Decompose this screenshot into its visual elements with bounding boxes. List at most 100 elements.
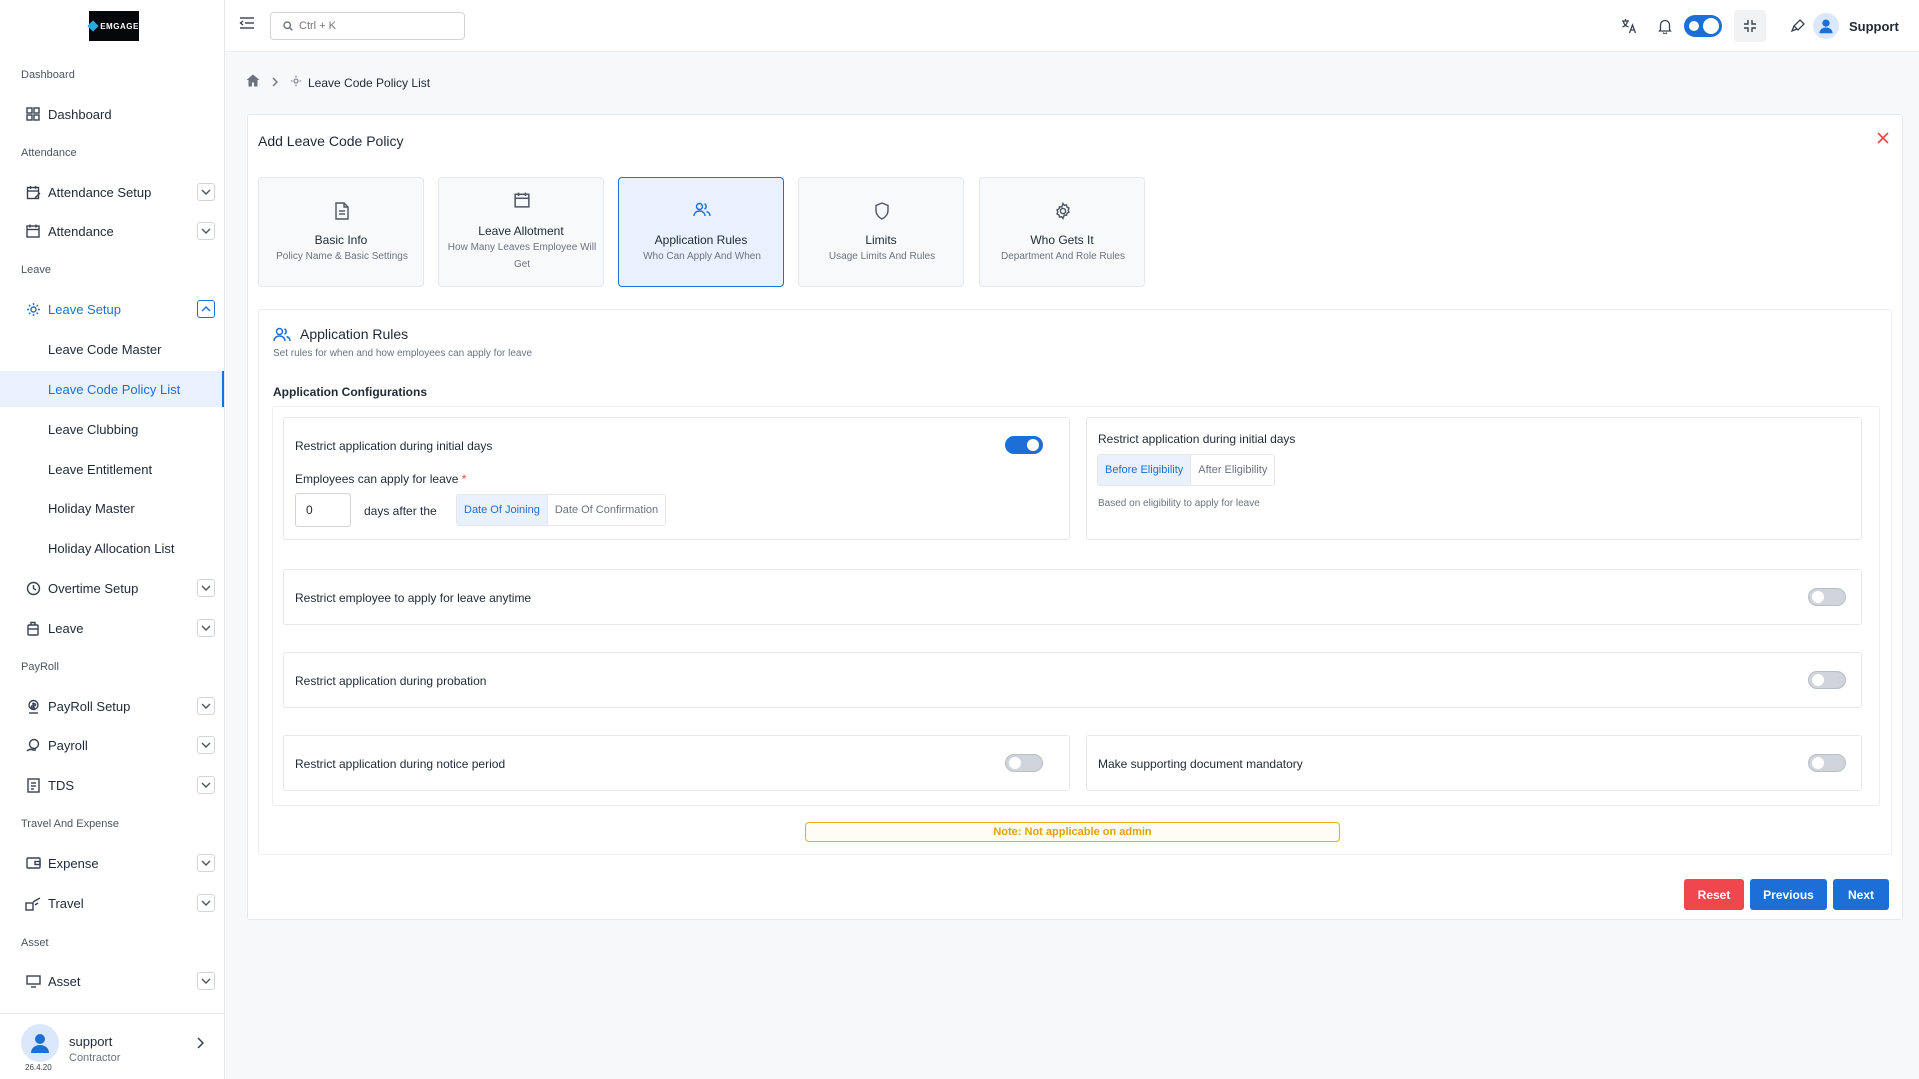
- calendar-icon: [513, 192, 531, 210]
- toggle-knob: [1027, 439, 1039, 451]
- eligibility-segmented-control: Before Eligibility After Eligibility: [1097, 454, 1276, 486]
- step-who-gets-it[interactable]: Who Gets It Department And Role Rules: [979, 177, 1145, 287]
- sidebar-item-dashboard[interactable]: Dashboard: [0, 96, 224, 132]
- toggle-knob: [1812, 757, 1824, 769]
- notice-period-toggle[interactable]: [1005, 754, 1043, 772]
- app-version: 26.4.20: [25, 1063, 52, 1072]
- probation-toggle[interactable]: [1808, 671, 1846, 689]
- sidebar-item-payroll-setup[interactable]: PayRoll Setup: [0, 688, 224, 724]
- sidebar-item-leave-setup[interactable]: Leave Setup: [0, 291, 224, 327]
- anytime-toggle[interactable]: [1808, 588, 1846, 606]
- eligibility-option-before[interactable]: Before Eligibility: [1098, 455, 1192, 485]
- sidebar-item-label: PayRoll Setup: [48, 698, 131, 714]
- initial-days-rule: Restrict application during initial days…: [283, 417, 1070, 540]
- sidebar-item-asset[interactable]: Asset: [0, 963, 224, 999]
- config-title: Application Configurations: [273, 385, 427, 399]
- close-icon[interactable]: [1876, 131, 1892, 147]
- bell-icon[interactable]: [1653, 14, 1677, 38]
- rule-label: Restrict application during notice perio…: [295, 757, 506, 771]
- menu-toggle-icon[interactable]: [239, 16, 255, 35]
- theme-toggle[interactable]: [1684, 15, 1722, 37]
- topbar: Support: [225, 0, 1919, 52]
- chevron-down-icon[interactable]: [197, 854, 215, 872]
- sidebar-item-attendance-setup[interactable]: Attendance Setup: [0, 174, 224, 210]
- sidebar-item-leave[interactable]: Leave: [0, 610, 224, 646]
- search-icon: [283, 21, 293, 31]
- chevron-down-icon[interactable]: [197, 736, 215, 754]
- next-button[interactable]: Next: [1833, 879, 1889, 910]
- chevron-down-icon[interactable]: [197, 697, 215, 715]
- chevron-up-icon[interactable]: [197, 300, 215, 318]
- application-rules-panel: Application Rules Set rules for when and…: [258, 309, 1892, 855]
- user-name[interactable]: Support: [1849, 19, 1899, 34]
- translate-icon[interactable]: [1617, 14, 1641, 38]
- app-logo[interactable]: EMGAGE: [87, 11, 139, 41]
- collapse-icon: [1744, 20, 1756, 32]
- brush-icon[interactable]: [1786, 14, 1810, 38]
- eligibility-option-after[interactable]: After Eligibility: [1191, 455, 1275, 485]
- profile-name: support: [69, 1034, 113, 1049]
- logo-mark-icon: [87, 20, 99, 32]
- sidebar-item-label: Attendance Setup: [48, 184, 152, 200]
- sidebar-item-holiday-allocation-list[interactable]: Holiday Allocation List: [0, 530, 224, 566]
- users-icon: [693, 202, 711, 220]
- step-limits[interactable]: Limits Usage Limits And Rules: [798, 177, 964, 287]
- sidebar-item-attendance[interactable]: Attendance: [0, 213, 224, 249]
- chevron-right-icon[interactable]: [196, 1036, 205, 1054]
- basis-option-date-of-joining[interactable]: Date Of Joining: [457, 495, 548, 525]
- sidebar-item-label: TDS: [48, 777, 74, 793]
- user-avatar[interactable]: [1813, 13, 1839, 39]
- basis-option-date-of-confirmation[interactable]: Date Of Confirmation: [547, 495, 666, 525]
- sidebar-item-label: Leave Code Master: [48, 341, 162, 357]
- employees-can-apply-label: Employees can apply for leave *: [295, 472, 467, 486]
- reset-button[interactable]: Reset: [1684, 879, 1744, 910]
- shield-icon: [873, 202, 891, 220]
- sidebar-item-label: Travel: [48, 895, 84, 911]
- days-after-label: days after the: [364, 504, 437, 518]
- user-icon: [31, 1034, 49, 1053]
- sidebar-item-leave-code-policy-list[interactable]: Leave Code Policy List: [0, 371, 224, 407]
- search-box[interactable]: [270, 12, 465, 40]
- section-label-asset: Asset: [21, 937, 49, 949]
- section-subtitle: Set rules for when and how employees can…: [273, 348, 533, 359]
- calendar-icon: [25, 223, 41, 239]
- fullscreen-button[interactable]: [1734, 10, 1766, 42]
- step-leave-allotment[interactable]: Leave Allotment How Many Leaves Employee…: [438, 177, 604, 287]
- chevron-down-icon[interactable]: [197, 894, 215, 912]
- home-icon[interactable]: [246, 74, 260, 92]
- previous-button[interactable]: Previous: [1750, 879, 1827, 910]
- receipt-icon: [25, 777, 41, 793]
- step-subtitle: Department And Role Rules: [1001, 251, 1125, 262]
- anytime-rule: Restrict employee to apply for leave any…: [283, 569, 1862, 625]
- chevron-down-icon[interactable]: [197, 619, 215, 637]
- sidebar-item-payroll[interactable]: Payroll: [0, 727, 224, 763]
- sidebar-item-label: Expense: [48, 855, 99, 871]
- search-input[interactable]: [299, 20, 459, 32]
- chevron-down-icon[interactable]: [197, 972, 215, 990]
- chevron-down-icon[interactable]: [197, 183, 215, 201]
- sidebar-item-tds[interactable]: TDS: [0, 767, 224, 803]
- chevron-down-icon[interactable]: [197, 579, 215, 597]
- basis-segmented-control: Date Of Joining Date Of Confirmation: [456, 494, 667, 526]
- days-input[interactable]: [295, 493, 351, 527]
- sidebar-item-leave-entitlement[interactable]: Leave Entitlement: [0, 451, 224, 487]
- sidebar-item-leave-code-master[interactable]: Leave Code Master: [0, 331, 224, 367]
- sidebar-item-leave-clubbing[interactable]: Leave Clubbing: [0, 411, 224, 447]
- users-icon: [273, 327, 291, 348]
- chevron-down-icon[interactable]: [197, 222, 215, 240]
- step-application-rules[interactable]: Application Rules Who Can Apply And When: [618, 177, 784, 287]
- sidebar-item-travel[interactable]: Travel: [0, 885, 224, 921]
- initial-days-toggle[interactable]: [1005, 436, 1043, 454]
- sidebar-item-overtime-setup[interactable]: Overtime Setup: [0, 570, 224, 606]
- step-title: Who Gets It: [1030, 233, 1094, 247]
- profile-card[interactable]: support Contractor 26.4.20: [0, 1013, 224, 1079]
- section-label-attendance: Attendance: [21, 147, 77, 159]
- step-basic-info[interactable]: Basic Info Policy Name & Basic Settings: [258, 177, 424, 287]
- sidebar-item-label: Asset: [48, 973, 81, 989]
- sidebar-item-holiday-master[interactable]: Holiday Master: [0, 490, 224, 526]
- eligibility-hint: Based on eligibility to apply for leave: [1098, 498, 1260, 509]
- section-label-payroll: PayRoll: [21, 661, 59, 673]
- document-mandatory-toggle[interactable]: [1808, 754, 1846, 772]
- chevron-down-icon[interactable]: [197, 776, 215, 794]
- sidebar-item-expense[interactable]: Expense: [0, 845, 224, 881]
